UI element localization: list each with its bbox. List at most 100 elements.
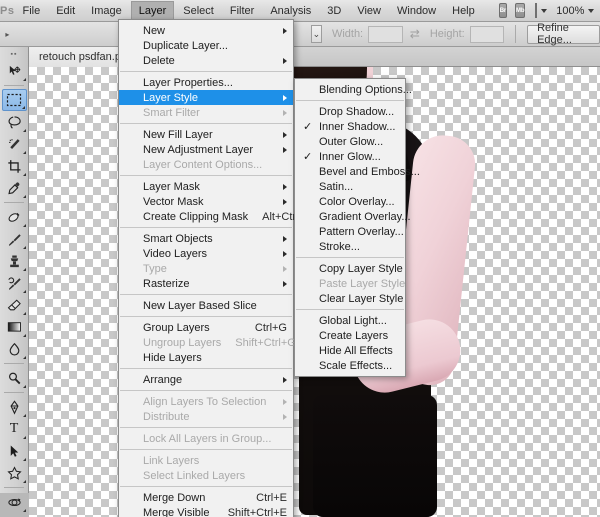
height-input[interactable] (469, 25, 505, 43)
submenu-arrow-icon[interactable] (283, 131, 287, 138)
crop-tool[interactable] (2, 155, 27, 177)
horizontal-type-tool[interactable]: T (2, 418, 27, 440)
menu-item-stroke[interactable]: Stroke... (295, 239, 405, 254)
tool-flyout-triangle-icon[interactable] (22, 385, 26, 388)
menubar-item-analysis[interactable]: Analysis (263, 3, 318, 19)
menu-item-new-adjustment-layer[interactable]: New Adjustment Layer (119, 142, 293, 157)
menubar-item-select[interactable]: Select (176, 3, 221, 19)
zoom-level-chevron-down-icon[interactable] (588, 8, 595, 13)
move-tool[interactable] (2, 60, 27, 82)
gradient-tool[interactable] (2, 316, 27, 338)
layer-style-submenu[interactable]: Blending Options... Drop Shadow... ✓ Inner … (294, 78, 420, 377)
menu-item-arrange[interactable]: Arrange (119, 372, 293, 387)
menu-item-merge-visible[interactable]: Merge Visible Shift+Ctrl+E (119, 505, 293, 517)
options-bar-grip[interactable]: ▸ (4, 24, 11, 44)
menu-item-new[interactable]: New (119, 23, 293, 38)
history-brush-tool[interactable] (2, 272, 27, 294)
tool-flyout-triangle-icon[interactable] (22, 334, 26, 337)
submenu-arrow-icon[interactable] (283, 265, 287, 272)
width-input[interactable] (368, 25, 403, 43)
menu-item-gradient-overlay[interactable]: Gradient Overlay... (295, 209, 411, 224)
menu-item-merge-down[interactable]: Merge Down Ctrl+E (119, 490, 293, 505)
rectangular-marquee-tool[interactable] (1, 89, 27, 111)
view-extras-chevron-down-icon[interactable] (541, 8, 548, 13)
submenu-arrow-icon[interactable] (283, 109, 287, 116)
submenu-arrow-icon[interactable] (283, 280, 287, 287)
menu-item-create-layers[interactable]: Create Layers (295, 328, 405, 343)
menu-item-drop-shadow[interactable]: Drop Shadow... (295, 104, 405, 119)
tool-flyout-triangle-icon[interactable] (22, 356, 26, 359)
menu-item-layer-style[interactable]: Layer Style (119, 90, 293, 105)
tool-flyout-triangle-icon[interactable] (22, 246, 26, 249)
menu-item-scale-effects[interactable]: Scale Effects... (295, 358, 405, 373)
menu-item-inner-shadow[interactable]: ✓ Inner Shadow... (295, 119, 405, 134)
tool-flyout-triangle-icon[interactable] (22, 224, 26, 227)
magic-wand-tool[interactable] (2, 133, 27, 155)
menubar-item-view[interactable]: View (350, 3, 388, 19)
menu-item-hide-all-effects[interactable]: Hide All Effects (295, 343, 405, 358)
menu-item-global-light[interactable]: Global Light... (295, 313, 405, 328)
menubar-item-3d[interactable]: 3D (320, 3, 348, 19)
menu-item-copy-layer-style[interactable]: Copy Layer Style (295, 261, 405, 276)
tool-flyout-triangle-icon[interactable] (22, 290, 26, 293)
tool-flyout-triangle-icon[interactable] (22, 195, 26, 198)
launch-mini-bridge-icon[interactable]: Mb (515, 3, 526, 18)
menubar-item-filter[interactable]: Filter (223, 3, 261, 19)
menu-item-duplicate-layer[interactable]: Duplicate Layer... (119, 38, 293, 53)
tool-flyout-triangle-icon[interactable] (22, 509, 26, 512)
menu-item-color-overlay[interactable]: Color Overlay... (295, 194, 405, 209)
tool-flyout-triangle-icon[interactable] (22, 78, 26, 81)
menubar-item-help[interactable]: Help (445, 3, 482, 19)
view-extras-icon[interactable] (535, 3, 538, 18)
tool-flyout-triangle-icon[interactable] (22, 129, 26, 132)
spot-healing-brush-tool[interactable] (2, 206, 27, 228)
menubar-item-edit[interactable]: Edit (49, 3, 82, 19)
tool-flyout-triangle-icon[interactable] (22, 414, 26, 417)
tool-flyout-triangle-icon[interactable] (22, 436, 26, 439)
menu-item-smart-objects[interactable]: Smart Objects (119, 231, 293, 246)
submenu-arrow-icon[interactable] (283, 183, 287, 190)
3d-camera-rotate-tool[interactable] (2, 513, 27, 517)
menubar-item-image[interactable]: Image (84, 3, 129, 19)
path-selection-tool[interactable] (2, 440, 27, 462)
menubar-item-window[interactable]: Window (390, 3, 443, 19)
menubar-item-layer[interactable]: Layer (130, 1, 175, 20)
tool-flyout-triangle-icon[interactable] (22, 268, 26, 271)
submenu-arrow-icon[interactable] (283, 398, 287, 405)
submenu-arrow-icon[interactable] (283, 413, 287, 420)
blur-tool[interactable] (2, 338, 27, 360)
menu-item-hide-layers[interactable]: Hide Layers (119, 350, 293, 365)
menu-item-clear-layer-style[interactable]: Clear Layer Style (295, 291, 405, 306)
menu-item-vector-mask[interactable]: Vector Mask (119, 194, 293, 209)
pen-tool[interactable] (2, 396, 27, 418)
3d-object-rotate-tool[interactable] (2, 491, 27, 513)
dodge-tool[interactable] (2, 367, 27, 389)
tool-preset-picker[interactable]: ⌄ (310, 25, 322, 43)
brush-tool[interactable] (2, 228, 27, 250)
menu-item-inner-glow[interactable]: ✓ Inner Glow... (295, 149, 405, 164)
refine-edge-button[interactable]: Refine Edge... (527, 22, 600, 46)
menu-item-outer-glow[interactable]: Outer Glow... (295, 134, 405, 149)
tool-flyout-triangle-icon[interactable] (21, 106, 25, 109)
tool-flyout-triangle-icon[interactable] (22, 312, 26, 315)
submenu-arrow-icon[interactable] (283, 146, 287, 153)
tool-flyout-triangle-icon[interactable] (22, 480, 26, 483)
submenu-arrow-icon[interactable] (283, 250, 287, 257)
menu-item-new-fill-layer[interactable]: New Fill Layer (119, 127, 293, 142)
launch-bridge-icon[interactable]: Br (498, 3, 508, 18)
menu-item-satin[interactable]: Satin... (295, 179, 405, 194)
eyedropper-tool[interactable] (2, 177, 27, 199)
menu-item-bevel-and-emboss[interactable]: Bevel and Emboss... (295, 164, 420, 179)
clone-stamp-tool[interactable] (2, 250, 27, 272)
menu-item-create-clipping-mask[interactable]: Create Clipping Mask Alt+Ctrl+G (119, 209, 314, 224)
menu-item-rasterize[interactable]: Rasterize (119, 276, 293, 291)
lasso-tool[interactable] (2, 111, 27, 133)
tool-flyout-triangle-icon[interactable] (22, 173, 26, 176)
swap-dimensions-icon[interactable]: ⇄ (410, 27, 420, 41)
eraser-tool[interactable] (2, 294, 27, 316)
submenu-arrow-icon[interactable] (283, 94, 287, 101)
menubar-item-file[interactable]: File (15, 3, 47, 19)
menu-item-blending-options[interactable]: Blending Options... (295, 82, 412, 97)
layer-menu-dropdown[interactable]: New Duplicate Layer... Delete Layer Propert… (118, 19, 314, 517)
menu-item-pattern-overlay[interactable]: Pattern Overlay... (295, 224, 405, 239)
